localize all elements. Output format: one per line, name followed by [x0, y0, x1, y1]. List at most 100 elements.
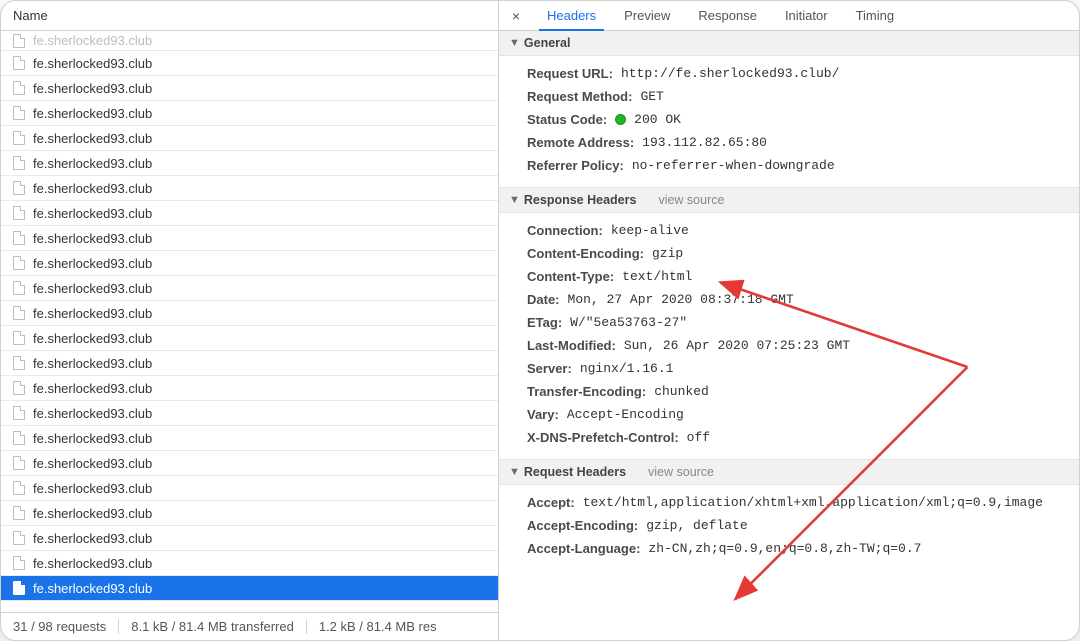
- chevron-down-icon: ▼: [509, 194, 520, 206]
- request-row[interactable]: fe.sherlocked93.club: [1, 176, 498, 201]
- statusbar-resources: 1.2 kB / 81.4 MB res: [307, 619, 449, 634]
- request-name: fe.sherlocked93.club: [33, 156, 152, 171]
- section-title: General: [524, 36, 571, 50]
- file-icon: [13, 581, 25, 595]
- chevron-down-icon: ▼: [509, 466, 520, 478]
- kv-key: Server:: [527, 361, 572, 376]
- request-name: fe.sherlocked93.club: [33, 406, 152, 421]
- kv-value: 200 OK: [634, 112, 681, 127]
- kv-row: Referrer Policy:no-referrer-when-downgra…: [499, 154, 1079, 177]
- request-row[interactable]: fe.sherlocked93.club: [1, 476, 498, 501]
- request-row[interactable]: fe.sherlocked93.club: [1, 126, 498, 151]
- request-name: fe.sherlocked93.club: [33, 531, 152, 546]
- kv-list: Request URL:http://fe.sherlocked93.club/…: [499, 56, 1079, 187]
- request-name: fe.sherlocked93.club: [33, 581, 152, 596]
- view-source-link[interactable]: view source: [648, 465, 714, 479]
- kv-list: Accept:text/html,application/xhtml+xml,a…: [499, 485, 1079, 570]
- file-icon: [13, 331, 25, 345]
- request-name: fe.sherlocked93.club: [33, 306, 152, 321]
- section-header[interactable]: ▼Response Headersview source: [499, 187, 1079, 213]
- tab-preview[interactable]: Preview: [610, 1, 684, 30]
- statusbar-transferred: 8.1 kB / 81.4 MB transferred: [119, 619, 307, 634]
- request-row[interactable]: fe.sherlocked93.club: [1, 226, 498, 251]
- statusbar-requests: 31 / 98 requests: [1, 619, 119, 634]
- file-icon: [13, 156, 25, 170]
- kv-value: text/html,application/xhtml+xml,applicat…: [583, 495, 1043, 510]
- request-name: fe.sherlocked93.club: [33, 456, 152, 471]
- kv-row: Content-Type: text/html: [499, 265, 1079, 288]
- column-header-name[interactable]: Name: [1, 1, 498, 31]
- kv-value: text/html: [622, 269, 692, 284]
- request-row[interactable]: fe.sherlocked93.club: [1, 76, 498, 101]
- kv-key: Remote Address:: [527, 135, 634, 150]
- kv-key: Vary:: [527, 407, 559, 422]
- kv-key: Content-Encoding:: [527, 246, 644, 261]
- kv-row: Remote Address:193.112.82.65:80: [499, 131, 1079, 154]
- request-name: fe.sherlocked93.club: [33, 106, 152, 121]
- kv-value: Mon, 27 Apr 2020 08:37:18 GMT: [568, 292, 794, 307]
- request-row[interactable]: fe.sherlocked93.club: [1, 576, 498, 601]
- request-row[interactable]: fe.sherlocked93.club: [1, 401, 498, 426]
- request-row[interactable]: fe.sherlocked93.club: [1, 51, 498, 76]
- section-header[interactable]: ▼Request Headersview source: [499, 459, 1079, 485]
- request-row[interactable]: fe.sherlocked93.club: [1, 251, 498, 276]
- request-row[interactable]: fe.sherlocked93.club: [1, 201, 498, 226]
- request-row[interactable]: fe.sherlocked93.club: [1, 101, 498, 126]
- request-name: fe.sherlocked93.club: [33, 81, 152, 96]
- view-source-link[interactable]: view source: [658, 193, 724, 207]
- request-row[interactable]: fe.sherlocked93.club: [1, 426, 498, 451]
- file-icon: [13, 356, 25, 370]
- kv-key: Connection:: [527, 223, 603, 238]
- kv-value: zh-CN,zh;q=0.9,en;q=0.8,zh-TW;q=0.7: [648, 541, 921, 556]
- kv-row: Accept-Encoding:gzip, deflate: [499, 514, 1079, 537]
- request-row[interactable]: fe.sherlocked93.club: [1, 326, 498, 351]
- kv-value: GET: [640, 89, 663, 104]
- section-header[interactable]: ▼General: [499, 31, 1079, 56]
- request-row[interactable]: fe.sherlocked93.club: [1, 551, 498, 576]
- kv-row: Transfer-Encoding:chunked: [499, 380, 1079, 403]
- kv-value: http://fe.sherlocked93.club/: [621, 66, 839, 81]
- request-row[interactable]: fe.sherlocked93.club: [1, 276, 498, 301]
- kv-value: gzip: [652, 246, 683, 261]
- kv-row: Connection:keep-alive: [499, 219, 1079, 242]
- request-row[interactable]: fe.sherlocked93.club: [1, 451, 498, 476]
- request-row[interactable]: fe.sherlocked93.club: [1, 31, 498, 51]
- tab-headers[interactable]: Headers: [533, 1, 610, 30]
- request-row[interactable]: fe.sherlocked93.club: [1, 301, 498, 326]
- request-name: fe.sherlocked93.club: [33, 381, 152, 396]
- file-icon: [13, 131, 25, 145]
- request-row[interactable]: fe.sherlocked93.club: [1, 376, 498, 401]
- kv-list: Connection:keep-alive Content-Encoding: gz…: [499, 213, 1079, 459]
- file-icon: [13, 34, 25, 48]
- kv-key: Accept-Language:: [527, 541, 640, 556]
- file-icon: [13, 206, 25, 220]
- kv-value: gzip, deflate: [646, 518, 747, 533]
- kv-row: X-DNS-Prefetch-Control:off: [499, 426, 1079, 449]
- request-row[interactable]: fe.sherlocked93.club: [1, 351, 498, 376]
- request-row[interactable]: fe.sherlocked93.club: [1, 501, 498, 526]
- request-name: fe.sherlocked93.club: [33, 131, 152, 146]
- tab-initiator[interactable]: Initiator: [771, 1, 842, 30]
- tab-timing[interactable]: Timing: [842, 1, 909, 30]
- request-row[interactable]: fe.sherlocked93.club: [1, 526, 498, 551]
- kv-key: Request Method:: [527, 89, 632, 104]
- request-details-pane: × HeadersPreviewResponseInitiatorTiming …: [499, 1, 1079, 640]
- kv-value: nginx/1.16.1: [580, 361, 674, 376]
- file-icon: [13, 556, 25, 570]
- request-row[interactable]: fe.sherlocked93.club: [1, 151, 498, 176]
- file-icon: [13, 256, 25, 270]
- kv-row: Server: nginx/1.16.1: [499, 357, 1079, 380]
- close-details-button[interactable]: ×: [503, 1, 529, 30]
- tab-response[interactable]: Response: [684, 1, 771, 30]
- kv-row: Last-Modified:Sun, 26 Apr 2020 07:25:23 …: [499, 334, 1079, 357]
- network-requests-pane: Name fe.sherlocked93.clubfe.sherlocked93…: [1, 1, 499, 640]
- kv-row: Request URL:http://fe.sherlocked93.club/: [499, 62, 1079, 85]
- kv-value: W/"5ea53763-27": [570, 315, 687, 330]
- request-name: fe.sherlocked93.club: [33, 56, 152, 71]
- kv-key: X-DNS-Prefetch-Control:: [527, 430, 679, 445]
- kv-row: Status Code:200 OK: [499, 108, 1079, 131]
- kv-key: Content-Type:: [527, 269, 614, 284]
- kv-key: ETag:: [527, 315, 562, 330]
- file-icon: [13, 181, 25, 195]
- request-name: fe.sherlocked93.club: [33, 206, 152, 221]
